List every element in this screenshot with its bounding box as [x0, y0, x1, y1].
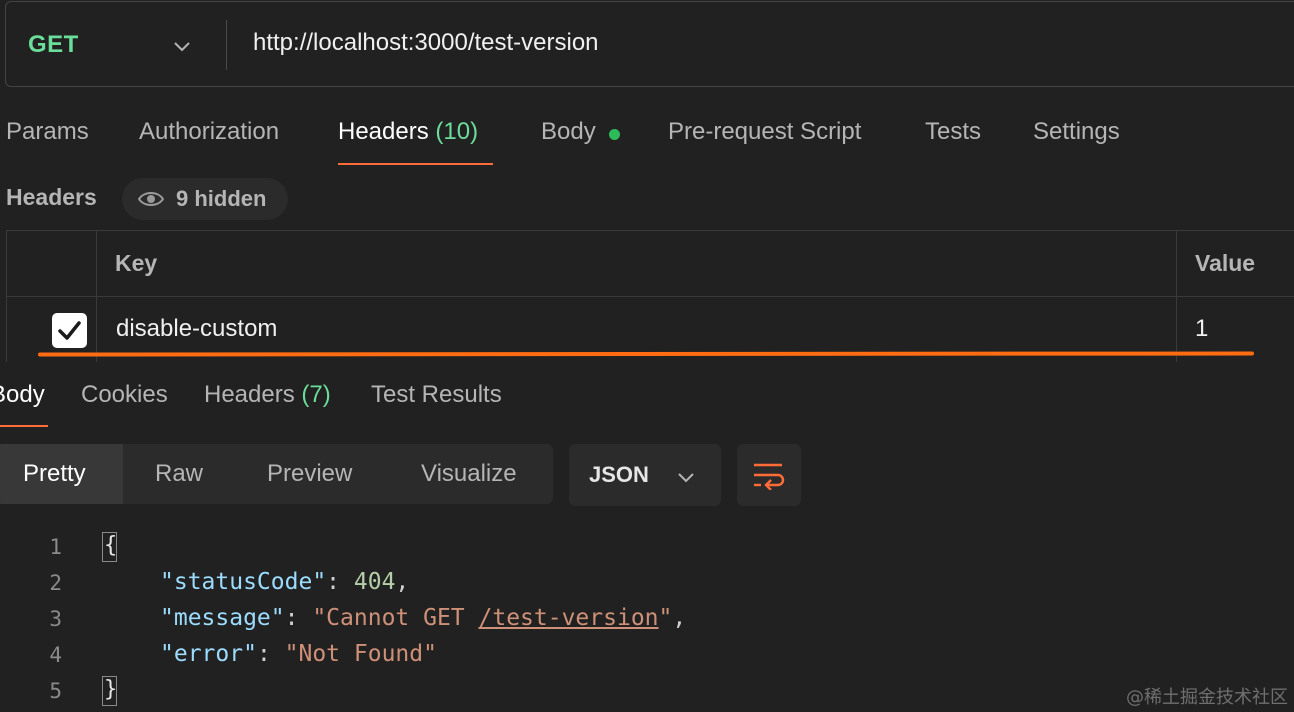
headers-section-label: Headers: [6, 184, 97, 210]
json-comma: ,: [395, 569, 410, 595]
tab-settings[interactable]: Settings: [1033, 118, 1120, 146]
table-left-border: [6, 230, 7, 362]
line-number: 2: [49, 571, 62, 595]
table-top-border: [6, 230, 1294, 231]
method-select[interactable]: GET: [28, 31, 79, 59]
json-colon: :: [256, 641, 285, 667]
tab-authorization[interactable]: Authorization: [139, 118, 279, 146]
response-tab-headers[interactable]: Headers (7): [204, 381, 331, 409]
json-key: "statusCode": [160, 569, 327, 595]
close-brace: }: [104, 677, 118, 702]
eye-icon: [138, 192, 164, 206]
code-line: "message": "Cannot GET /test-version",: [160, 605, 686, 631]
view-mode-visualize[interactable]: Visualize: [421, 460, 517, 488]
json-comma: ,: [672, 605, 687, 631]
response-active-underline: [0, 425, 48, 427]
open-brace: {: [104, 533, 118, 558]
chevron-down-icon[interactable]: [172, 36, 192, 56]
response-tab-cookies[interactable]: Cookies: [81, 381, 168, 409]
tab-pre-request-script[interactable]: Pre-request Script: [668, 118, 861, 146]
active-tab-underline: [338, 163, 493, 165]
annotation-underline: [37, 351, 1255, 357]
json-string: "Not Found": [284, 641, 437, 667]
body-indicator-dot: [609, 129, 620, 140]
json-key: "message": [160, 605, 285, 631]
header-enabled-checkbox[interactable]: [52, 313, 87, 348]
line-number: 4: [49, 643, 62, 667]
json-key: "error": [160, 641, 257, 667]
header-value-cell[interactable]: 1: [1195, 315, 1208, 343]
watermark: @稀土掘金技术社区: [1126, 687, 1288, 708]
url-input[interactable]: http://localhost:3000/test-version: [253, 29, 599, 57]
view-mode-pretty[interactable]: Pretty: [23, 460, 86, 488]
line-number: 5: [49, 679, 62, 703]
url-bar: [5, 1, 1294, 87]
table-col-divider: [1176, 230, 1177, 362]
view-mode-raw[interactable]: Raw: [155, 460, 203, 488]
column-header-key: Key: [115, 250, 158, 276]
response-tab-headers-count: (7): [301, 381, 331, 408]
format-select-label: JSON: [589, 462, 649, 487]
response-tab-headers-label: Headers: [204, 381, 295, 408]
checkmark-icon: [58, 321, 81, 340]
line-number: 3: [49, 607, 62, 631]
column-header-value: Value: [1195, 250, 1256, 276]
chevron-down-icon: [678, 473, 694, 483]
json-string: ": [658, 605, 673, 631]
json-colon: :: [284, 605, 313, 631]
tab-params[interactable]: Params: [6, 118, 89, 146]
code-line: "statusCode": 404,: [160, 569, 409, 595]
header-key-cell[interactable]: disable-custom: [116, 315, 277, 343]
hidden-count[interactable]: 9 hidden: [176, 186, 266, 212]
json-string-link[interactable]: /test-version: [479, 605, 659, 631]
json-number: 404: [353, 569, 396, 595]
tab-tests[interactable]: Tests: [925, 118, 981, 146]
view-mode-preview[interactable]: Preview: [267, 460, 352, 488]
json-string: "Cannot GET: [312, 605, 479, 631]
tab-headers-count: (10): [435, 118, 479, 145]
table-col-divider: [96, 230, 97, 362]
tab-body[interactable]: Body: [541, 118, 596, 146]
tab-headers[interactable]: Headers (10): [338, 118, 478, 146]
wrap-lines-icon: [754, 463, 785, 490]
table-header-border: [6, 296, 1294, 297]
response-tab-test-results[interactable]: Test Results: [371, 381, 502, 409]
line-number: 1: [49, 535, 62, 559]
code-line: "error": "Not Found": [160, 641, 437, 667]
json-colon: :: [326, 569, 354, 595]
url-divider: [226, 20, 227, 70]
tab-headers-label: Headers: [338, 118, 429, 145]
response-tab-body[interactable]: Body: [0, 381, 45, 409]
